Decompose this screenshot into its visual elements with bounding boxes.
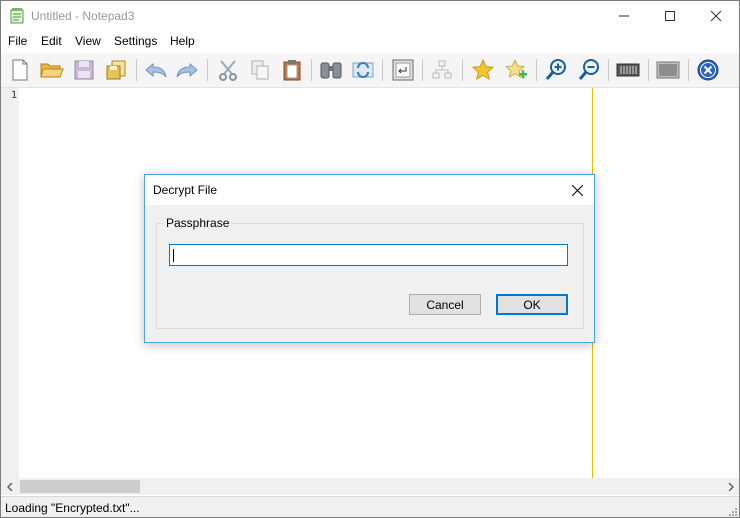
dialog-title-bar: Decrypt File xyxy=(145,175,594,205)
decrypt-file-dialog: Decrypt File Passphrase Cancel OK xyxy=(144,174,595,343)
terminal-button[interactable] xyxy=(654,56,682,84)
zoom-out-button[interactable] xyxy=(575,56,603,84)
add-favorite-button[interactable] xyxy=(502,56,530,84)
status-bar: Loading "Encrypted.txt"... xyxy=(1,496,739,517)
toolbar-separator xyxy=(608,59,609,81)
minimize-button[interactable] xyxy=(601,1,647,31)
menu-help[interactable]: Help xyxy=(170,34,195,48)
close-icon xyxy=(571,184,583,196)
maximize-button[interactable] xyxy=(647,1,693,31)
title-bar: Untitled - Notepad3 xyxy=(1,1,739,31)
replace-icon xyxy=(352,62,374,78)
save-file-button[interactable] xyxy=(70,56,98,84)
folder-open-icon xyxy=(40,63,64,78)
binoculars-icon xyxy=(320,62,342,79)
menu-edit[interactable]: Edit xyxy=(41,34,62,48)
word-wrap-icon xyxy=(392,59,414,81)
line-number-gutter: 1 xyxy=(1,88,19,478)
dialog-close-button[interactable] xyxy=(565,179,589,201)
status-text: Loading "Encrypted.txt"... xyxy=(5,501,140,515)
scroll-left-button[interactable] xyxy=(1,478,18,495)
passphrase-input[interactable] xyxy=(169,244,568,266)
scroll-right-button[interactable] xyxy=(722,478,739,495)
toolbar-separator xyxy=(382,59,383,81)
toolbar-separator xyxy=(422,59,423,81)
cut-button[interactable] xyxy=(214,56,242,84)
line-number: 1 xyxy=(11,90,18,101)
find-button[interactable] xyxy=(317,56,345,84)
menu-bar: File Edit View Settings Help xyxy=(1,31,739,52)
new-file-button[interactable] xyxy=(6,56,34,84)
toolbar-separator xyxy=(207,59,208,81)
paste-button[interactable] xyxy=(278,56,306,84)
toolbar-separator xyxy=(462,59,463,81)
zoom-in-button[interactable] xyxy=(542,56,570,84)
resize-grip-icon[interactable] xyxy=(727,506,737,516)
zoom-out-icon xyxy=(578,59,599,80)
copy-icon xyxy=(251,60,269,80)
minimize-icon xyxy=(619,15,629,17)
toolbar xyxy=(1,53,739,88)
horizontal-scrollbar[interactable] xyxy=(1,478,739,495)
word-wrap-button[interactable] xyxy=(389,56,417,84)
ok-button[interactable]: OK xyxy=(496,294,568,315)
toolbar-separator xyxy=(311,59,312,81)
scissors-icon xyxy=(219,60,237,81)
text-caret xyxy=(173,249,174,262)
favorite-button[interactable] xyxy=(469,56,497,84)
redo-button[interactable] xyxy=(173,56,201,84)
save-as-button[interactable] xyxy=(102,56,130,84)
close-icon xyxy=(711,11,721,21)
star-add-icon xyxy=(504,58,527,79)
ruler-icon xyxy=(616,63,640,77)
clipboard-paste-icon xyxy=(283,60,301,81)
toolbar-separator xyxy=(536,59,537,81)
star-icon xyxy=(471,58,495,81)
schema-button[interactable] xyxy=(428,56,456,84)
undo-button[interactable] xyxy=(142,56,170,84)
save-as-icon xyxy=(106,60,126,80)
cancel-button[interactable]: Cancel xyxy=(409,294,481,315)
toolbar-separator xyxy=(688,59,689,81)
chevron-right-icon xyxy=(727,482,734,491)
menu-file[interactable]: File xyxy=(8,34,27,48)
save-disk-icon xyxy=(74,60,94,80)
zoom-in-icon xyxy=(545,59,566,80)
column-mode-button[interactable] xyxy=(614,56,642,84)
menu-view[interactable]: View xyxy=(75,34,101,48)
scrollbar-thumb[interactable] xyxy=(20,480,140,493)
replace-button[interactable] xyxy=(349,56,377,84)
undo-arrow-icon xyxy=(145,62,167,78)
redo-arrow-icon xyxy=(176,62,198,78)
window-title: Untitled - Notepad3 xyxy=(31,9,135,23)
copy-button[interactable] xyxy=(246,56,274,84)
monitor-icon xyxy=(656,61,680,79)
exit-button[interactable] xyxy=(694,56,722,84)
passphrase-label: Passphrase xyxy=(163,216,233,230)
toolbar-separator xyxy=(136,59,137,81)
notepad-app-icon xyxy=(10,8,24,24)
dialog-title: Decrypt File xyxy=(153,183,218,197)
close-window-button[interactable] xyxy=(693,1,739,31)
menu-settings[interactable]: Settings xyxy=(114,34,157,48)
new-file-icon xyxy=(12,59,28,81)
toolbar-separator xyxy=(648,59,649,81)
hierarchy-icon xyxy=(432,60,452,79)
open-file-button[interactable] xyxy=(38,56,66,84)
close-circle-icon xyxy=(697,59,719,81)
maximize-icon xyxy=(665,11,675,21)
chevron-left-icon xyxy=(6,482,13,491)
